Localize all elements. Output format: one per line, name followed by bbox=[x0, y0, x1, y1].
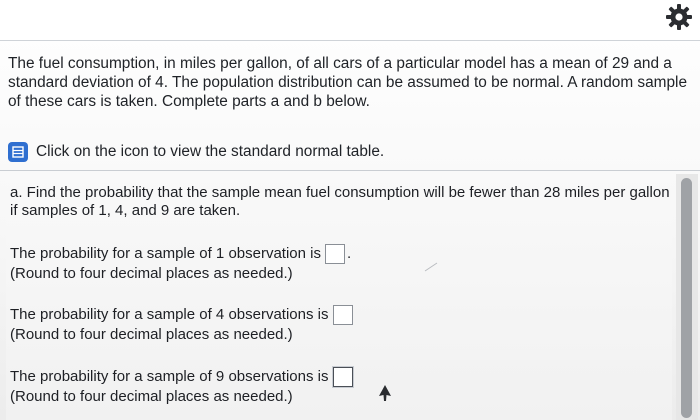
table-icon[interactable] bbox=[8, 142, 28, 162]
answer-input-1[interactable] bbox=[325, 244, 345, 264]
probability-label-2: The probability for a sample of 4 observ… bbox=[10, 306, 329, 323]
answer-input-2[interactable] bbox=[332, 305, 353, 325]
scrollbar[interactable] bbox=[676, 174, 698, 420]
gear-icon[interactable] bbox=[664, 2, 694, 32]
probability-label-1: The probability for a sample of 1 observ… bbox=[10, 245, 321, 262]
answer-suffix-1: . bbox=[347, 245, 352, 262]
section-divider bbox=[0, 170, 700, 171]
rounding-hint-2: (Round to four decimal places as needed.… bbox=[10, 326, 293, 343]
probability-item-3: The probability for a sample of 9 observ… bbox=[10, 367, 353, 407]
problem-statement: The fuel consumption, in miles per gallo… bbox=[8, 55, 688, 110]
scroll-thumb[interactable] bbox=[681, 178, 692, 418]
answer-input-3[interactable] bbox=[332, 367, 353, 387]
top-bar bbox=[0, 0, 700, 41]
mouse-cursor-icon bbox=[379, 385, 391, 401]
part-a-section: a. Find the probability that the sample … bbox=[6, 174, 672, 420]
stray-mark bbox=[424, 262, 438, 272]
probability-item-1: The probability for a sample of 1 observ… bbox=[10, 244, 351, 284]
probability-label-3: The probability for a sample of 9 observ… bbox=[10, 368, 329, 385]
table-link-label[interactable]: Click on the icon to view the standard n… bbox=[36, 143, 384, 161]
rounding-hint-1: (Round to four decimal places as needed.… bbox=[10, 265, 293, 282]
part-a-question: a. Find the probability that the sample … bbox=[10, 184, 670, 219]
rounding-hint-3: (Round to four decimal places as needed.… bbox=[10, 388, 293, 405]
probability-item-2: The probability for a sample of 4 observ… bbox=[10, 305, 353, 345]
standard-normal-table-link[interactable]: Click on the icon to view the standard n… bbox=[8, 140, 384, 164]
